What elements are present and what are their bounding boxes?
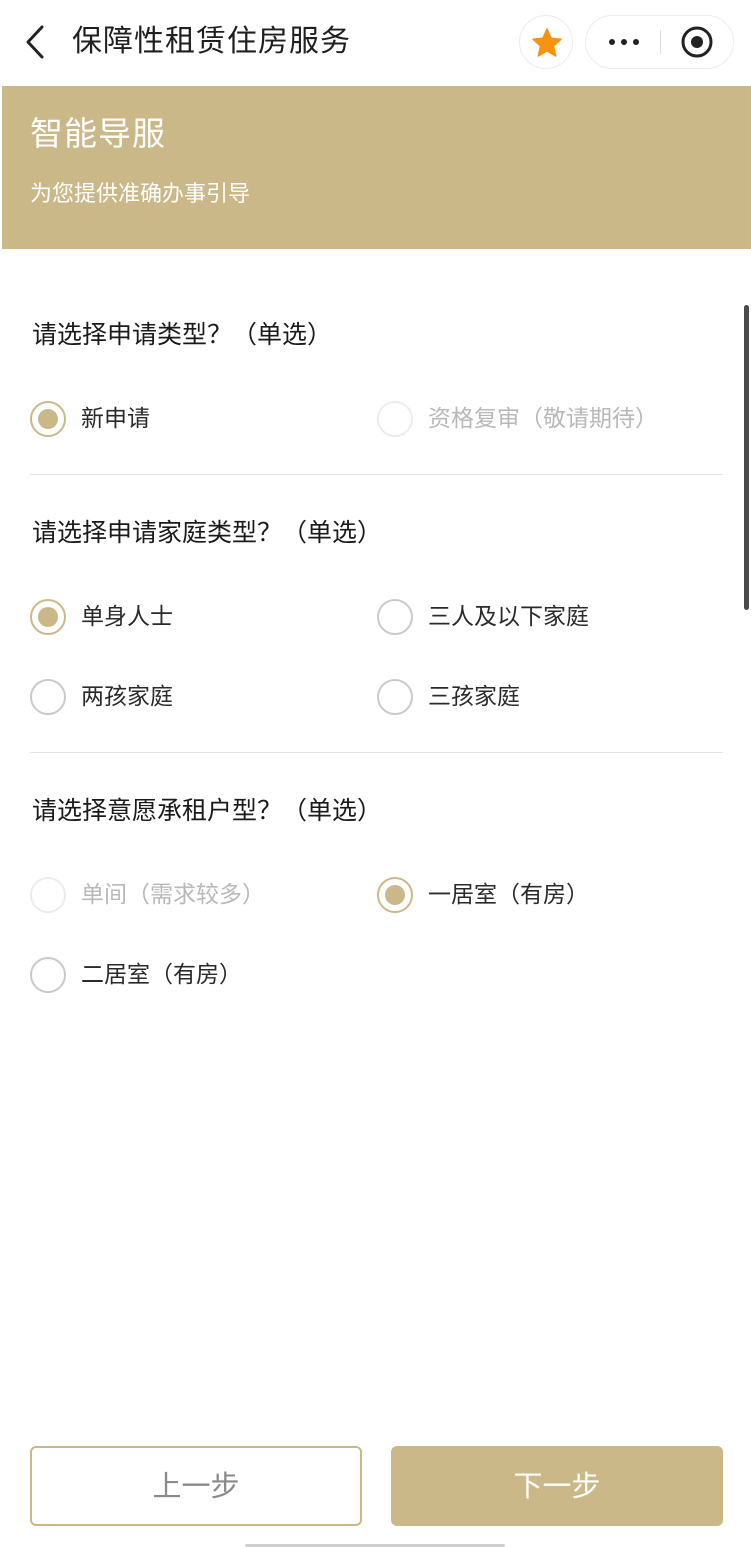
section-divider <box>30 752 723 753</box>
navigation-bar: 保障性租赁住房服务 <box>0 0 751 86</box>
option-three-or-fewer[interactable]: 三人及以下家庭 <box>377 598 677 638</box>
radio-icon <box>30 679 66 715</box>
star-icon <box>532 28 562 57</box>
scrollbar[interactable] <box>744 305 749 610</box>
back-button[interactable] <box>18 22 54 62</box>
banner-subtitle: 为您提供准确办事引导 <box>30 182 251 207</box>
radio-icon <box>377 877 413 913</box>
page-title: 保障性租赁住房服务 <box>72 24 351 59</box>
question-application-type: 请选择申请类型？（单选） <box>32 320 333 349</box>
close-button[interactable] <box>661 16 733 68</box>
option-label: 二居室（有房） <box>81 962 242 988</box>
option-label: 三孩家庭 <box>428 684 520 710</box>
question-household-type: 请选择申请家庭类型？（单选） <box>32 518 383 547</box>
banner-title: 智能导服 <box>30 114 166 153</box>
option-label: 新申请 <box>81 406 150 432</box>
radio-icon <box>30 957 66 993</box>
chevron-left-icon <box>26 25 44 59</box>
radio-icon <box>377 401 413 437</box>
target-circle-icon <box>681 26 713 58</box>
radio-icon <box>30 877 66 913</box>
header-banner: 智能导服 为您提供准确办事引导 <box>2 86 751 249</box>
option-label: 三人及以下家庭 <box>428 604 589 630</box>
radio-icon <box>377 679 413 715</box>
radio-icon <box>30 401 66 437</box>
option-two-children[interactable]: 两孩家庭 <box>30 678 330 718</box>
option-label: 单身人士 <box>81 604 173 630</box>
previous-step-button[interactable]: 上一步 <box>30 1446 362 1526</box>
option-qualification-review: 资格复审（敬请期待） <box>377 400 717 440</box>
option-two-bedroom[interactable]: 二居室（有房） <box>30 956 330 996</box>
option-one-bedroom[interactable]: 一居室（有房） <box>377 876 677 916</box>
section-divider <box>30 474 723 475</box>
option-three-children[interactable]: 三孩家庭 <box>377 678 677 718</box>
next-step-button[interactable]: 下一步 <box>391 1446 723 1526</box>
mini-program-capsule <box>585 15 734 69</box>
favorite-button[interactable] <box>519 15 573 69</box>
option-new-application[interactable]: 新申请 <box>30 400 330 440</box>
option-label: 资格复审（敬请期待） <box>428 406 658 432</box>
option-label: 一居室（有房） <box>428 882 589 908</box>
more-button[interactable] <box>586 16 660 68</box>
option-label: 两孩家庭 <box>81 684 173 710</box>
question-unit-type: 请选择意愿承租户型？（单选） <box>32 796 383 825</box>
option-label: 单间（需求较多） <box>81 882 265 908</box>
option-single-room: 单间（需求较多） <box>30 876 330 916</box>
radio-icon <box>30 599 66 635</box>
option-single[interactable]: 单身人士 <box>30 598 330 638</box>
radio-icon <box>377 599 413 635</box>
